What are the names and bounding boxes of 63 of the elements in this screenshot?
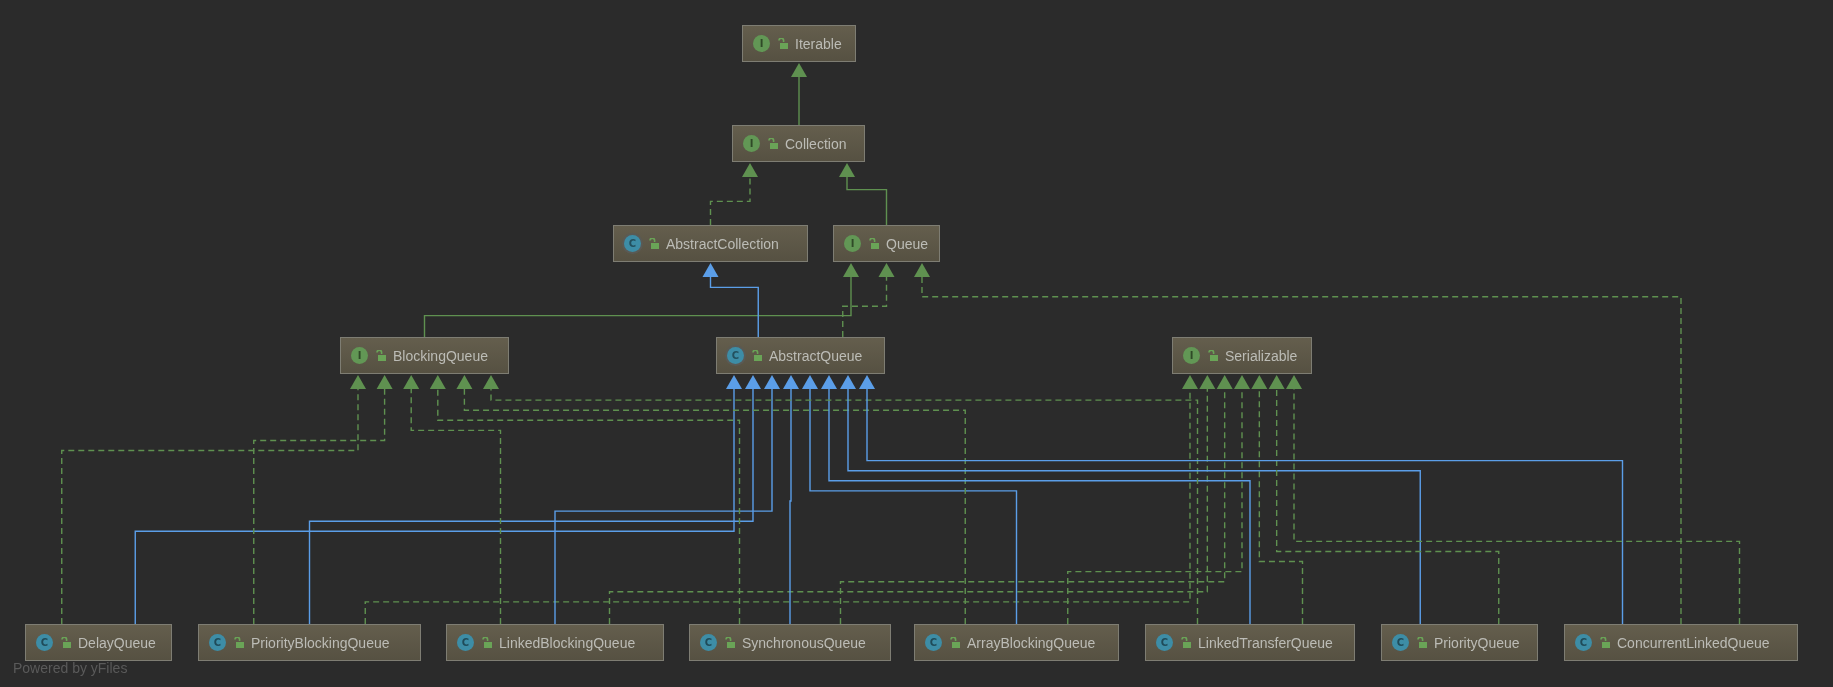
class-node[interactable]: I Serializable	[1172, 337, 1312, 374]
extends-arrow	[839, 163, 888, 226]
implements-arrow	[709, 163, 758, 226]
class-badge: C	[209, 634, 226, 651]
class-name: Collection	[785, 135, 847, 152]
class-node[interactable]: C PriorityBlockingQueue	[198, 624, 421, 661]
class-node[interactable]: C AbstractCollection	[613, 225, 808, 262]
class-name: PriorityBlockingQueue	[251, 634, 390, 651]
class-name: DelayQueue	[78, 634, 156, 651]
class-badge: C	[624, 235, 641, 252]
class-node[interactable]: C AbstractQueue	[716, 337, 885, 374]
extends-arrow	[791, 63, 807, 126]
padlock-icon	[1180, 637, 1191, 648]
padlock-icon	[233, 637, 244, 648]
padlock-icon	[1599, 637, 1610, 648]
padlock-icon	[767, 138, 778, 149]
padlock-icon	[60, 637, 71, 648]
class-node[interactable]: I Collection	[732, 125, 865, 162]
class-node[interactable]: C LinkedBlockingQueue	[446, 624, 664, 661]
class-name: Serializable	[1225, 347, 1298, 364]
class-name: ConcurrentLinkedQueue	[1617, 634, 1770, 651]
class-node[interactable]: C LinkedTransferQueue	[1145, 624, 1355, 661]
class-badge: C	[36, 634, 53, 651]
padlock-icon	[949, 637, 960, 648]
class-badge: C	[727, 347, 744, 364]
class-name: LinkedBlockingQueue	[499, 634, 636, 651]
interface-badge: I	[753, 35, 770, 52]
padlock-icon	[375, 350, 386, 361]
interface-badge: I	[351, 347, 368, 364]
class-node[interactable]: C ConcurrentLinkedQueue	[1564, 624, 1798, 661]
class-name: LinkedTransferQueue	[1198, 634, 1333, 651]
padlock-icon	[1416, 637, 1427, 648]
class-name: ArrayBlockingQueue	[967, 634, 1096, 651]
class-name: BlockingQueue	[393, 347, 488, 364]
padlock-icon	[777, 38, 788, 49]
class-name: AbstractCollection	[666, 235, 779, 252]
class-node[interactable]: C PriorityQueue	[1381, 624, 1538, 661]
class-node[interactable]: C DelayQueue	[25, 624, 172, 661]
padlock-icon	[724, 637, 735, 648]
padlock-icon	[1207, 350, 1218, 361]
class-name: SynchronousQueue	[742, 634, 866, 651]
class-badge: C	[700, 634, 717, 651]
interface-badge: I	[1183, 347, 1200, 364]
interface-badge: I	[844, 235, 861, 252]
padlock-icon	[481, 637, 492, 648]
class-badge: C	[1575, 634, 1592, 651]
padlock-icon	[648, 238, 659, 249]
interface-badge: I	[743, 135, 760, 152]
padlock-icon	[868, 238, 879, 249]
padlock-icon	[751, 350, 762, 361]
class-node[interactable]: I Iterable	[742, 25, 856, 62]
class-name: Iterable	[795, 35, 842, 52]
class-badge: C	[1392, 634, 1409, 651]
class-name: PriorityQueue	[1434, 634, 1520, 651]
class-badge: C	[457, 634, 474, 651]
class-name: AbstractQueue	[769, 347, 863, 364]
class-badge: C	[1156, 634, 1173, 651]
class-node[interactable]: C SynchronousQueue	[689, 624, 891, 661]
class-node[interactable]: C ArrayBlockingQueue	[914, 624, 1119, 661]
class-node[interactable]: I Queue	[833, 225, 940, 262]
class-badge: C	[925, 634, 942, 651]
class-name: Queue	[886, 235, 929, 252]
class-node[interactable]: I BlockingQueue	[340, 337, 509, 374]
